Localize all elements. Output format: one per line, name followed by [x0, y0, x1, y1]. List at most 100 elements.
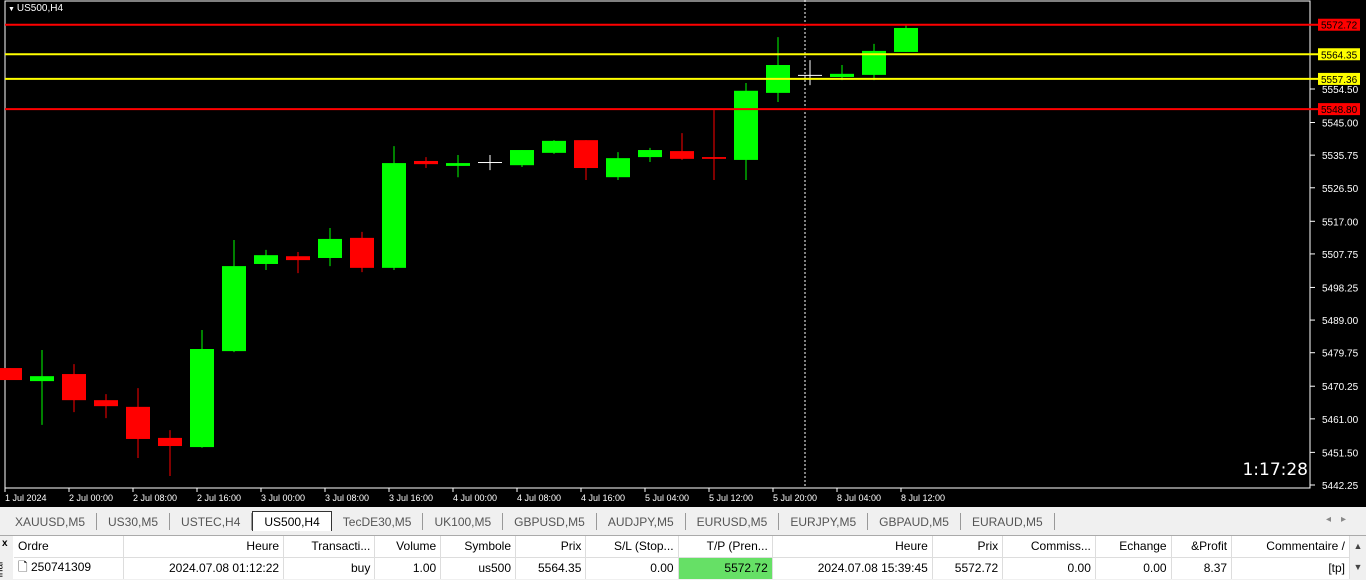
candle-body — [62, 374, 86, 401]
cell-7: 5572.72 — [678, 557, 773, 579]
candle-body — [0, 368, 22, 381]
cell-13: [tp] — [1231, 557, 1350, 579]
time-tick-label: 2 Jul 00:00 — [69, 493, 113, 503]
column-header-8[interactable]: Heure — [772, 536, 933, 558]
candle-body — [158, 437, 182, 447]
cell-4: us500 — [440, 557, 517, 579]
column-header-11[interactable]: Echange — [1095, 536, 1172, 558]
column-header-3[interactable]: Volume — [374, 536, 442, 558]
price-tick-label: 5489.00 — [1322, 316, 1359, 327]
tab-xauusd-m5[interactable]: XAUUSD,M5 — [4, 513, 98, 530]
time-tick-label: 4 Jul 08:00 — [517, 493, 561, 503]
cell-11: 0.00 — [1095, 557, 1172, 579]
candle-body — [894, 27, 918, 52]
cell-8: 2024.07.08 15:39:45 — [772, 557, 933, 579]
cell-1: 2024.07.08 01:12:22 — [123, 557, 285, 579]
price-tick-label: 5498.25 — [1322, 283, 1359, 294]
column-header-6[interactable]: S/L (Stop... — [585, 536, 679, 558]
order-id: 250741309 — [30, 559, 92, 574]
candle-body — [574, 140, 598, 169]
time-tick-label: 5 Jul 20:00 — [773, 493, 817, 503]
candle-body — [702, 157, 726, 159]
column-header-4[interactable]: Symbole — [440, 536, 517, 558]
tab-us30-m5[interactable]: US30,M5 — [97, 513, 171, 530]
tab-uk100-m5[interactable]: UK100,M5 — [423, 513, 504, 530]
candle-body — [670, 151, 694, 159]
terminal-panel: x inal Ordre Heure Transacti... Volume Symbo… — [0, 535, 1366, 580]
chart-symbol-label: US500,H4 — [8, 3, 63, 14]
tab-eurjpy-m5[interactable]: EURJPY,M5 — [779, 513, 869, 530]
tab-scroll-arrows[interactable]: ◂▸ — [1326, 514, 1356, 525]
scroll-down-icon[interactable]: ▼ — [1354, 562, 1363, 572]
candle-body — [798, 74, 822, 76]
time-tick-label: 4 Jul 16:00 — [581, 493, 625, 503]
candle-body — [830, 73, 854, 78]
chart-canvas[interactable]: 5554.50 5545.00 5535.75 5526.50 5517.00 5507.… — [0, 0, 1366, 507]
column-header-2[interactable]: Transacti... — [283, 536, 376, 558]
price-level-label: 5572.72 — [1321, 21, 1358, 32]
price-tick-label: 5526.50 — [1322, 184, 1359, 195]
candle-body — [638, 150, 662, 158]
price-level-label: 5564.35 — [1321, 50, 1358, 61]
price-level-label: 5548.80 — [1321, 105, 1358, 116]
price-tick-label: 5479.75 — [1322, 349, 1359, 360]
candle-body — [254, 255, 278, 264]
candle-body — [222, 266, 246, 352]
candle-body — [734, 90, 758, 160]
cell-2: buy — [283, 557, 376, 579]
chart-tabs: XAUUSD,M5 US30,M5 USTEC,H4 US500,H4 TecDE30,… — [0, 511, 1366, 531]
column-header-12[interactable]: &Profit — [1171, 536, 1233, 558]
tab-eurusd-m5[interactable]: EURUSD,M5 — [686, 513, 780, 530]
candle-body — [318, 238, 342, 258]
tab-euraud-m5[interactable]: EURAUD,M5 — [961, 513, 1055, 530]
candle-body — [190, 349, 214, 448]
price-tick-label: 5442.25 — [1322, 481, 1359, 492]
column-header-1[interactable]: Heure — [123, 536, 285, 558]
price-tick-label: 5535.75 — [1322, 151, 1359, 162]
price-chart[interactable]: 5554.50 5545.00 5535.75 5526.50 5517.00 5507.… — [0, 0, 1366, 507]
time-tick-label: 8 Jul 12:00 — [901, 493, 945, 503]
cell-10: 0.00 — [1002, 557, 1096, 579]
order-icon: 🗋 — [18, 559, 31, 574]
cell-12: 8.37 — [1171, 557, 1233, 579]
candle-body — [414, 160, 438, 165]
column-header-10[interactable]: Commiss... — [1002, 536, 1096, 558]
time-tick-label: 3 Jul 08:00 — [325, 493, 369, 503]
time-tick-label: 5 Jul 12:00 — [709, 493, 753, 503]
time-tick-label: 2 Jul 16:00 — [197, 493, 241, 503]
cell-5: 5564.35 — [515, 557, 587, 579]
column-header-0[interactable]: Ordre — [14, 536, 125, 558]
cell-6: 0.00 — [585, 557, 679, 579]
cell-3: 1.00 — [374, 557, 442, 579]
column-header-5[interactable]: Prix — [515, 536, 587, 558]
time-tick-label: 2 Jul 08:00 — [133, 493, 177, 503]
tab-gbpaud-m5[interactable]: GBPAUD,M5 — [868, 513, 961, 530]
close-icon[interactable]: x — [2, 538, 8, 549]
scroll-up-icon[interactable]: ▲ — [1354, 541, 1363, 551]
candle-body — [510, 150, 534, 166]
bar-countdown: 1:17:28 — [1242, 460, 1308, 480]
column-header-9[interactable]: Prix — [932, 536, 1004, 558]
column-header-7[interactable]: T/P (Pren... — [678, 536, 773, 558]
column-header-13[interactable]: Commentaire / — [1231, 536, 1350, 558]
candle-body — [446, 163, 470, 166]
cell-9: 5572.72 — [932, 557, 1004, 579]
price-tick-label: 5545.00 — [1322, 119, 1359, 130]
time-tick-label: 3 Jul 16:00 — [389, 493, 433, 503]
candle-body — [286, 256, 310, 261]
scrollbar[interactable]: ▲ ▼ — [1350, 536, 1366, 580]
price-tick-label: 5461.00 — [1322, 415, 1359, 426]
tab-audjpy-m5[interactable]: AUDJPY,M5 — [597, 513, 686, 530]
price-tick-label: 5507.75 — [1322, 250, 1359, 261]
table-row[interactable]: 🗋 250741309 2024.07.08 01:12:22 buy 1.00 us5… — [14, 557, 1350, 579]
tab-tecde30-m5[interactable]: TecDE30,M5 — [332, 513, 424, 530]
candle-body — [126, 406, 150, 439]
candle-body — [382, 163, 406, 268]
price-tick-label: 5517.00 — [1322, 217, 1359, 228]
candle-body — [542, 140, 566, 153]
time-tick-label: 5 Jul 04:00 — [645, 493, 689, 503]
tab-gbpusd-m5[interactable]: GBPUSD,M5 — [503, 513, 597, 530]
tab-us500-h4[interactable]: US500,H4 — [252, 511, 332, 531]
price-tick-label: 5470.25 — [1322, 382, 1359, 393]
tab-ustec-h4[interactable]: USTEC,H4 — [170, 513, 253, 530]
